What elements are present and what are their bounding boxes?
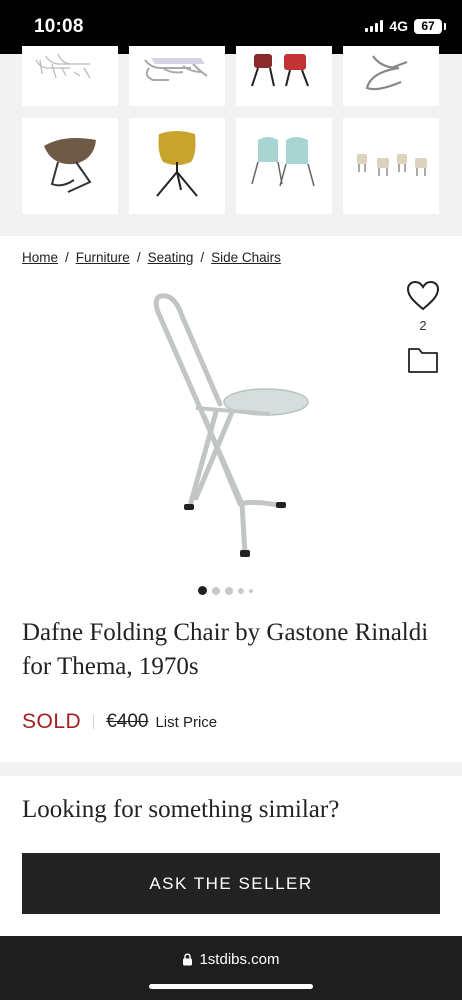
browser-bar: 1stdibs.com [0, 936, 462, 1000]
carousel-dot[interactable] [225, 586, 233, 595]
breadcrumb-furniture[interactable]: Furniture [76, 250, 130, 265]
favorite-count: 2 [419, 318, 427, 333]
carousel-dot[interactable] [198, 586, 207, 595]
price-divider [93, 715, 95, 729]
chair-thumb-rattan-set[interactable] [343, 118, 439, 214]
section-divider [0, 762, 462, 776]
breadcrumb-side-chairs[interactable]: Side Chairs [211, 250, 281, 265]
list-price-value: €400 [106, 711, 149, 732]
related-thumbnails [0, 46, 462, 236]
sold-badge: SOLD [22, 710, 82, 733]
chair-thumb-yellow-wicker[interactable] [129, 118, 225, 214]
breadcrumb-separator: / [65, 250, 69, 265]
breadcrumb-home[interactable]: Home [22, 250, 58, 265]
status-time: 10:08 [34, 16, 84, 37]
carousel-dot[interactable] [249, 588, 253, 593]
carousel-dots [198, 586, 253, 595]
ask-seller-button[interactable]: ASK THE SELLER [22, 853, 440, 914]
network-label: 4G [389, 18, 408, 34]
carousel-dot[interactable] [238, 587, 244, 594]
chair-thumb-stacked-white[interactable] [22, 46, 118, 106]
url-text: 1stdibs.com [199, 951, 280, 968]
status-indicators: 4G 67 [365, 18, 446, 34]
breadcrumb-separator: / [200, 250, 205, 265]
favorite-button[interactable] [403, 280, 443, 317]
chair-thumb-brown-mesh[interactable] [22, 118, 118, 214]
chair-thumb-stacked-purple[interactable] [129, 46, 225, 106]
breadcrumb-seating[interactable]: Seating [148, 250, 194, 265]
heart-icon [406, 280, 440, 311]
home-indicator[interactable] [149, 984, 313, 989]
breadcrumb-separator: / [136, 250, 141, 265]
signal-icon [365, 20, 384, 32]
carousel-dot[interactable] [212, 586, 220, 595]
price-row: SOLD €400 List Price [22, 710, 217, 734]
chair-thumb-red-seats[interactable] [236, 46, 332, 106]
chair-thumb-cantilever[interactable] [343, 46, 439, 106]
similar-heading: Looking for something similar? [22, 796, 340, 823]
battery-icon: 67 [414, 18, 446, 34]
list-price-label: List Price [155, 713, 218, 731]
url-bar[interactable]: 1stdibs.com [0, 951, 462, 968]
product-title: Dafne Folding Chair by Gastone Rinaldi f… [22, 619, 429, 680]
product-image[interactable] [120, 282, 340, 572]
lock-icon [183, 953, 193, 966]
folder-icon[interactable] [407, 346, 439, 379]
breadcrumb: Home / Furniture / Seating / Side Chairs [22, 250, 281, 265]
chair-thumb-mint-pair[interactable] [236, 118, 332, 214]
